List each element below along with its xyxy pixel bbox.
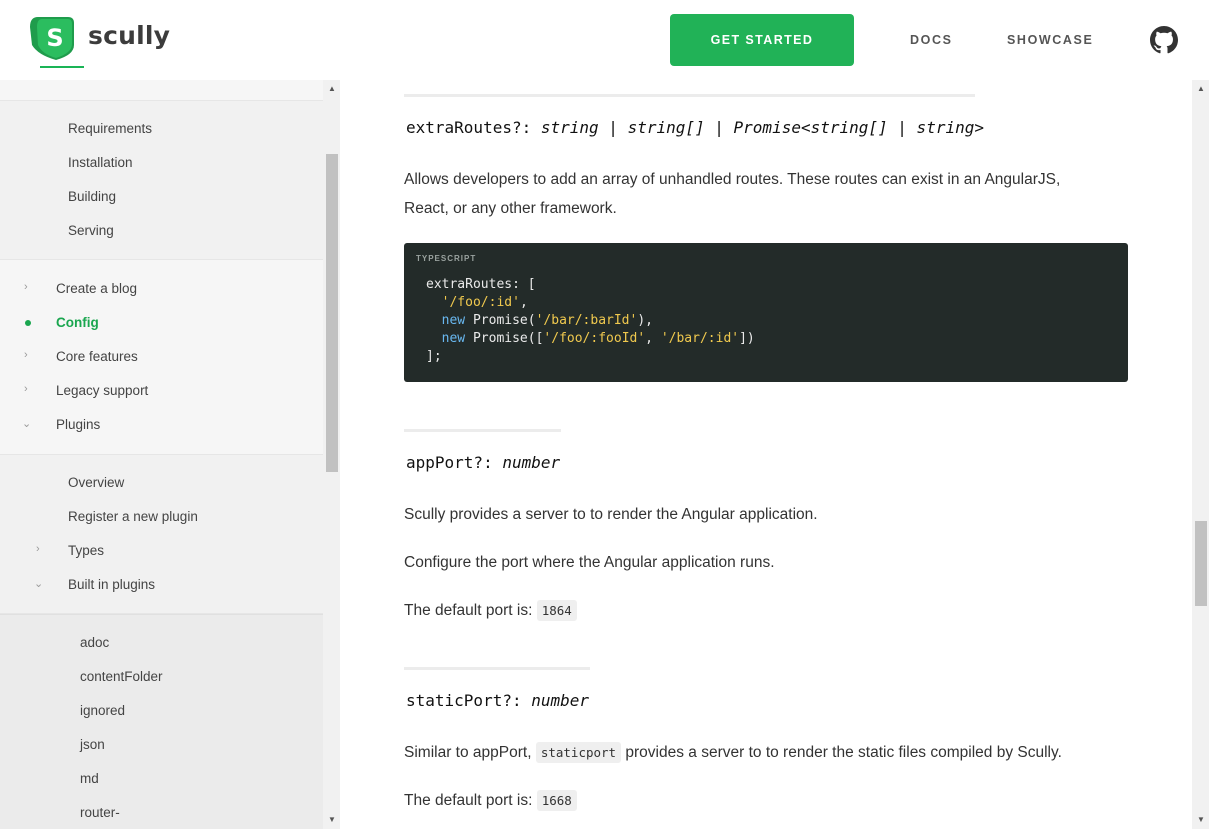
property-name: appPort?: (406, 453, 493, 472)
scully-shield-icon: S (30, 17, 74, 60)
logo-text: scully (88, 20, 171, 50)
chevron-right-icon: › (24, 349, 28, 361)
active-dot-icon (25, 320, 31, 326)
section-divider (404, 94, 975, 97)
scroll-down-arrow-icon[interactable]: ▼ (1195, 815, 1207, 824)
sidebar-item-plugins[interactable]: Plugins (56, 417, 100, 432)
sidebar-plugins-group (0, 454, 323, 614)
sidebar-item-adoc[interactable]: adoc (80, 635, 109, 650)
default-port-label: The default port is: (404, 602, 533, 619)
sidebar-item-legacy-support[interactable]: Legacy support (56, 383, 148, 398)
page-scrollbar-thumb[interactable] (1195, 521, 1207, 606)
sidebar-item-types[interactable]: Types (68, 543, 104, 558)
default-port-label: The default port is: (404, 792, 533, 809)
extraroutes-description-line2: React, or any other framework. (404, 200, 617, 217)
sidebar-item-register-plugin[interactable]: Register a new plugin (68, 509, 198, 524)
section-divider (404, 667, 590, 670)
sidebar-scrollbar-thumb[interactable] (326, 154, 338, 472)
sidebar-item-router[interactable]: router- (80, 805, 120, 820)
appport-description-1: Scully provides a server to to render th… (404, 506, 818, 523)
scroll-up-arrow-icon[interactable]: ▲ (326, 84, 338, 93)
code-line-5: ]; (426, 349, 442, 364)
default-port-value: 1668 (536, 790, 577, 811)
property-name: extraRoutes?: (406, 118, 532, 137)
code-line-1: extraRoutes: [ (426, 277, 536, 292)
sidebar-item-serving[interactable]: Serving (68, 223, 114, 238)
svg-text:S: S (46, 24, 63, 52)
property-type: number (502, 453, 561, 472)
property-signature-staticport: staticPort?: number (406, 691, 589, 710)
inline-code-staticport: staticport (535, 742, 622, 763)
scully-logo[interactable]: S scully (28, 15, 171, 68)
sidebar-item-built-in-plugins[interactable]: Built in plugins (68, 577, 155, 592)
nav-docs-link[interactable]: DOCS (910, 33, 953, 47)
main-content: extraRoutes?: string | string[] | Promis… (340, 80, 1192, 829)
code-block-typescript: TYPESCRIPT extraRoutes: [ '/foo/:id', ne… (404, 243, 1128, 382)
logo-underline (40, 66, 84, 68)
code-language-label: TYPESCRIPT (416, 254, 477, 263)
scroll-down-arrow-icon[interactable]: ▼ (326, 815, 338, 824)
section-divider (404, 429, 561, 432)
appport-description-2: Configure the port where the Angular app… (404, 554, 775, 571)
code-line-3: new Promise('/bar/:barId'), (441, 313, 653, 328)
sidebar-item-requirements[interactable]: Requirements (68, 121, 152, 136)
sidebar-builtin-group (0, 614, 323, 829)
staticport-default: The default port is: 1668 (404, 786, 577, 816)
chevron-down-icon: ⌄ (34, 578, 44, 590)
property-name: staticPort?: (406, 691, 522, 710)
code-line-4: new Promise(['/foo/:fooId', '/bar/:id']) (441, 331, 755, 346)
property-type: string | string[] | Promise<string[] | s… (540, 118, 984, 137)
sidebar-item-ignored[interactable]: ignored (80, 703, 125, 718)
sidebar-item-building[interactable]: Building (68, 189, 116, 204)
chevron-right-icon: › (24, 383, 28, 395)
extraroutes-description-line1: Allows developers to add an array of unh… (404, 171, 1061, 188)
appport-default: The default port is: 1864 (404, 596, 577, 626)
page-scrollbar[interactable] (1192, 80, 1209, 829)
sidebar-item-create-a-blog[interactable]: Create a blog (56, 281, 137, 296)
github-icon[interactable] (1150, 26, 1178, 54)
chevron-right-icon: › (36, 543, 40, 555)
property-signature-appport: appPort?: number (406, 453, 560, 472)
sidebar-item-contentfolder[interactable]: contentFolder (80, 669, 163, 684)
chevron-down-icon: ⌄ (22, 418, 32, 430)
nav-showcase-link[interactable]: SHOWCASE (1007, 33, 1093, 47)
sidebar-item-overview[interactable]: Overview (68, 475, 124, 490)
sidebar-getting-started-group (0, 100, 323, 260)
scroll-up-arrow-icon[interactable]: ▲ (1195, 84, 1207, 93)
get-started-button[interactable]: GET STARTED (670, 14, 854, 66)
property-type: number (531, 691, 590, 710)
docs-sidebar: Requirements Installation Building Servi… (0, 80, 340, 829)
top-header: S scully GET STARTED DOCS SHOWCASE (0, 0, 1209, 80)
sidebar-item-md[interactable]: md (80, 771, 99, 786)
staticport-description: Similar to appPort, staticport provides … (404, 742, 1062, 763)
sidebar-item-core-features[interactable]: Core features (56, 349, 138, 364)
sidebar-item-installation[interactable]: Installation (68, 155, 133, 170)
code-line-2: '/foo/:id', (441, 295, 528, 310)
property-signature-extraroutes: extraRoutes?: string | string[] | Promis… (406, 118, 984, 137)
sidebar-item-config[interactable]: Config (56, 315, 99, 330)
default-port-value: 1864 (536, 600, 577, 621)
sidebar-item-json[interactable]: json (80, 737, 105, 752)
chevron-right-icon: › (24, 281, 28, 293)
